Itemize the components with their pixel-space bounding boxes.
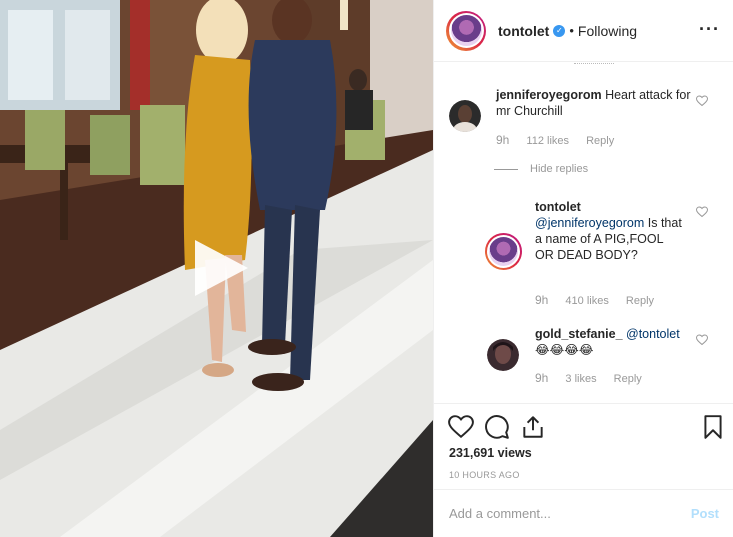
like-reply-heart-icon[interactable]	[696, 334, 708, 346]
add-comment-bar: Post	[434, 489, 733, 537]
reply-time: 9h	[535, 293, 549, 307]
reply-likes[interactable]: 3 likes	[565, 373, 596, 385]
scroll-hint	[574, 63, 614, 67]
reply-text: tontolet @jenniferoyegorom Is that a nam…	[535, 199, 685, 263]
reply-avatar[interactable]	[487, 339, 519, 371]
reply-reply-button[interactable]: Reply	[614, 373, 642, 385]
reply-meta: 9h 3 likes Reply	[535, 371, 656, 385]
share-icon[interactable]	[520, 414, 546, 440]
reply-body: 😂😂😂😂	[535, 343, 594, 357]
like-heart-icon[interactable]	[448, 414, 474, 440]
hide-replies-line	[494, 168, 518, 170]
comment-meta: 9h 112 likes Reply	[496, 133, 628, 147]
reply-avatar[interactable]	[485, 233, 522, 270]
reply-likes[interactable]: 410 likes	[565, 295, 608, 307]
following-status[interactable]: Following	[578, 23, 637, 39]
play-icon[interactable]	[190, 238, 250, 298]
more-options-icon[interactable]: ···	[699, 20, 720, 38]
view-count[interactable]: 231,691 views	[449, 446, 532, 460]
commenter-avatar[interactable]	[449, 100, 481, 132]
add-comment-input[interactable]	[449, 506, 691, 521]
hide-replies-button[interactable]: Hide replies	[494, 163, 588, 175]
reply-reply-button[interactable]: Reply	[626, 295, 654, 307]
reply-meta: 9h 410 likes Reply	[535, 293, 668, 307]
hide-replies-label: Hide replies	[530, 163, 589, 175]
verified-badge-icon: ✓	[553, 24, 566, 37]
reply-username[interactable]: tontolet	[535, 199, 685, 215]
reply-text: gold_stefanie_ @tontolet 😂😂😂😂	[535, 326, 695, 358]
author-avatar[interactable]	[446, 10, 486, 51]
post-comment-button[interactable]: Post	[691, 506, 719, 521]
post-actions: 231,691 views 10 HOURS AGO	[434, 403, 733, 489]
comment-reply-button[interactable]: Reply	[586, 135, 614, 147]
like-reply-heart-icon[interactable]	[696, 206, 708, 218]
comment-time: 9h	[496, 133, 510, 147]
separator-dot: •	[569, 23, 574, 38]
comment-bubble-icon[interactable]	[484, 414, 510, 440]
reply-username[interactable]: gold_stefanie_	[535, 327, 623, 341]
comment-likes[interactable]: 112 likes	[526, 135, 569, 147]
comment-text: jenniferoyegorom Heart attack for mr Chu…	[496, 87, 696, 119]
post-sidebar: tontolet ✓ • Following ··· jenniferoyego…	[433, 0, 733, 537]
comment-username[interactable]: jenniferoyegorom	[496, 88, 602, 102]
reply-mention[interactable]: @tontolet	[626, 327, 680, 341]
post-header: tontolet ✓ • Following ···	[434, 0, 733, 62]
comments-list[interactable]: jenniferoyegorom Heart attack for mr Chu…	[434, 63, 733, 403]
author-username[interactable]: tontolet	[498, 23, 549, 39]
post-timestamp[interactable]: 10 HOURS AGO	[449, 470, 520, 480]
like-comment-heart-icon[interactable]	[696, 95, 708, 107]
reply-time: 9h	[535, 371, 549, 385]
reply-mention[interactable]: @jenniferoyegorom	[535, 216, 644, 230]
post-video[interactable]	[0, 0, 433, 537]
save-bookmark-icon[interactable]	[700, 414, 726, 440]
